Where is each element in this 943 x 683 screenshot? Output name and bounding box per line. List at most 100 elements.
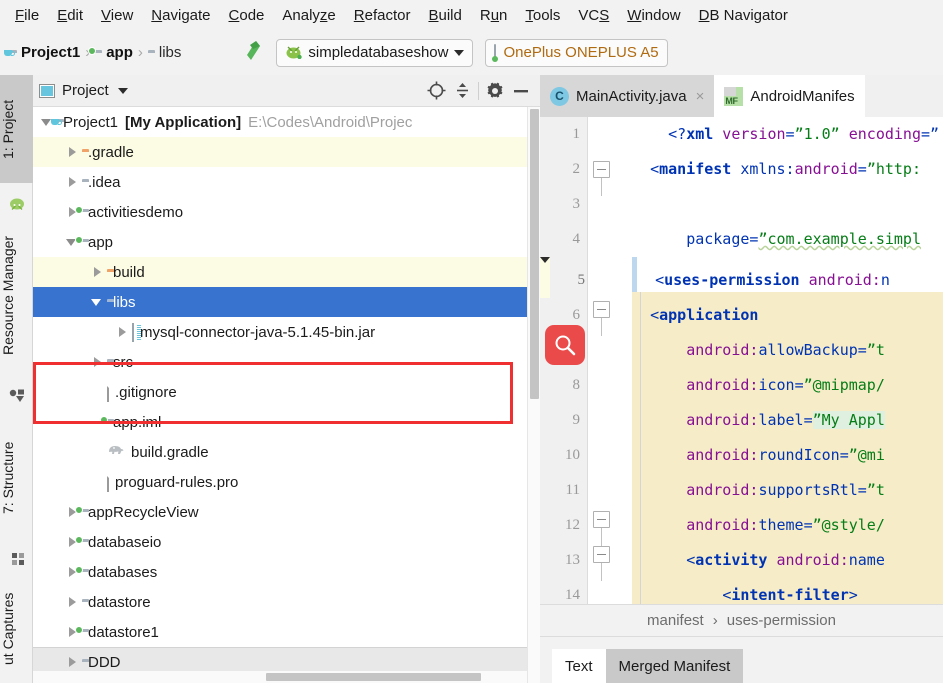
- sidebar-item-structure[interactable]: 7: Structure: [0, 415, 33, 540]
- tree-row-mysql-connector-java-5-1-45-bin-jar[interactable]: mysql-connector-java-5.1.45-bin.jar: [33, 317, 540, 347]
- tab-text[interactable]: Text: [552, 649, 606, 683]
- code-text: <activity android:name: [632, 543, 885, 578]
- menu-item-db-navigator[interactable]: DB Navigator: [690, 4, 797, 27]
- tab-mainactivity-java[interactable]: C MainActivity.java ×: [540, 75, 715, 117]
- code-token: ”t: [866, 481, 885, 499]
- device-selector[interactable]: OnePlus ONEPLUS A5: [485, 38, 668, 67]
- menu-item-analyze[interactable]: Analyze: [273, 4, 344, 27]
- tree-row-databaseio[interactable]: databaseio: [33, 527, 540, 557]
- menu-item-vcs[interactable]: VCS: [569, 4, 618, 27]
- tree-row-apprecycleview[interactable]: appRecycleView: [33, 497, 540, 527]
- tool-window-label: 7: Structure: [0, 441, 16, 514]
- collapse-all-icon[interactable]: [449, 78, 475, 104]
- chevron-right-icon[interactable]: [66, 176, 79, 189]
- chevron-right-icon[interactable]: [116, 326, 129, 339]
- tree-row-project1[interactable]: Project1 [My Application] E:\Codes\Android…: [33, 107, 540, 137]
- tree-row-idea[interactable]: .idea: [33, 167, 540, 197]
- menu-item-file[interactable]: File: [6, 4, 48, 27]
- chevron-right-icon[interactable]: [66, 146, 79, 159]
- tree-row-build-gradle[interactable]: build.gradle: [33, 437, 540, 467]
- code-token: >: [848, 586, 858, 604]
- tab-androidmanifest-xml[interactable]: MF AndroidManifes: [714, 75, 865, 117]
- search-icon[interactable]: [545, 325, 585, 365]
- locate-icon[interactable]: [423, 78, 449, 104]
- tree-row-libs[interactable]: libs: [33, 287, 540, 317]
- close-icon[interactable]: ×: [696, 88, 705, 105]
- menu-item-tools[interactable]: Tools: [516, 4, 569, 27]
- chevron-right-icon[interactable]: [66, 596, 79, 609]
- menu-item-run[interactable]: Run: [471, 4, 517, 27]
- breadcrumb-label: Project1: [21, 44, 81, 61]
- code-token: ”My Appl: [812, 411, 885, 429]
- menu-item-build[interactable]: Build: [419, 4, 470, 27]
- tree-row-label: proguard-rules.pro: [115, 473, 239, 491]
- collapse-all-glyph: [456, 83, 468, 98]
- menu-item-navigate[interactable]: Navigate: [142, 4, 219, 27]
- tree-row-label: activitiesdemo: [88, 203, 184, 221]
- menu-item-window[interactable]: Window: [618, 4, 689, 27]
- hammer-icon[interactable]: [242, 40, 262, 65]
- run-configuration-selector[interactable]: simpledatabaseshow: [276, 38, 474, 67]
- scrollbar-thumb[interactable]: [266, 673, 481, 681]
- breadcrumb-item-app[interactable]: app: [88, 44, 133, 61]
- tree-row-build[interactable]: build: [33, 257, 540, 287]
- fold-marker-icon[interactable]: [593, 161, 610, 196]
- code-editor[interactable]: 1 <?xml version=”1.0” encoding=” 2 <manif…: [540, 117, 943, 641]
- fold-marker-icon[interactable]: [593, 301, 610, 336]
- chevron-down-icon[interactable]: [91, 296, 104, 309]
- tab-merged-manifest[interactable]: Merged Manifest: [605, 649, 744, 683]
- fold-marker-icon[interactable]: [593, 511, 610, 546]
- tree-row-proguard-rules-pro[interactable]: proguard-rules.pro: [33, 467, 540, 497]
- project-tree-hscrollbar[interactable]: [33, 671, 527, 683]
- sidebar-item-project[interactable]: 1: Project: [0, 75, 33, 183]
- tree-row-label: datastore: [88, 593, 151, 611]
- code-token: android:: [686, 446, 759, 464]
- chevron-right-icon[interactable]: [91, 356, 104, 369]
- menu-item-view[interactable]: View: [92, 4, 142, 27]
- menu-item-refactor[interactable]: Refactor: [345, 4, 420, 27]
- tree-row-label: .idea: [88, 173, 121, 191]
- code-token: <?: [668, 125, 687, 143]
- project-tree[interactable]: Project1 [My Application] E:\Codes\Android…: [33, 107, 540, 683]
- code-token: <: [650, 160, 660, 178]
- tree-row-gitignore[interactable]: .gitignore: [33, 377, 540, 407]
- tree-row-databases[interactable]: databases: [33, 557, 540, 587]
- tree-row-app[interactable]: app: [33, 227, 540, 257]
- breadcrumb-item-libs[interactable]: libs: [148, 44, 182, 61]
- chevron-down-icon[interactable]: [117, 87, 128, 94]
- tree-row-label: app: [88, 233, 114, 251]
- project-tree-vscrollbar[interactable]: [527, 107, 540, 683]
- chevron-right-icon[interactable]: [66, 656, 79, 669]
- sidebar-item-resource-manager[interactable]: Resource Manager: [0, 215, 33, 375]
- editor-breadcrumb[interactable]: manifest › uses-permission: [540, 604, 943, 637]
- chevron-right-icon[interactable]: [91, 266, 104, 279]
- sidebar-item-layout-captures[interactable]: ut Captures: [0, 575, 33, 683]
- line-number: 13: [565, 552, 580, 568]
- tree-row-datastore1[interactable]: datastore1: [33, 617, 540, 647]
- minimize-icon[interactable]: [508, 78, 534, 104]
- code-token: theme: [758, 516, 804, 534]
- gear-icon[interactable]: [482, 78, 508, 104]
- tree-row-src[interactable]: src: [33, 347, 540, 377]
- fold-marker-icon[interactable]: [593, 546, 610, 581]
- menu-item-code[interactable]: Code: [220, 4, 274, 27]
- code-text: <application: [632, 298, 758, 333]
- breadcrumb-label[interactable]: manifest: [647, 612, 704, 629]
- tool-window-label: 1: Project: [0, 99, 16, 159]
- tree-row-datastore[interactable]: datastore: [33, 587, 540, 617]
- tree-row-gradle[interactable]: .gradle: [33, 137, 540, 167]
- breadcrumb-item-project[interactable]: Project1: [4, 44, 81, 61]
- tree-row-app-iml[interactable]: app.iml: [33, 407, 540, 437]
- tree-row-activitiesdemo[interactable]: activitiesdemo: [33, 197, 540, 227]
- menu-item-edit[interactable]: Edit: [48, 4, 92, 27]
- breadcrumb-label[interactable]: uses-permission: [727, 612, 836, 629]
- run-config-label: simpledatabaseshow: [308, 44, 449, 61]
- code-token: =: [839, 446, 849, 464]
- chevron-down-icon[interactable]: [454, 49, 465, 56]
- scrollbar-thumb[interactable]: [530, 109, 539, 399]
